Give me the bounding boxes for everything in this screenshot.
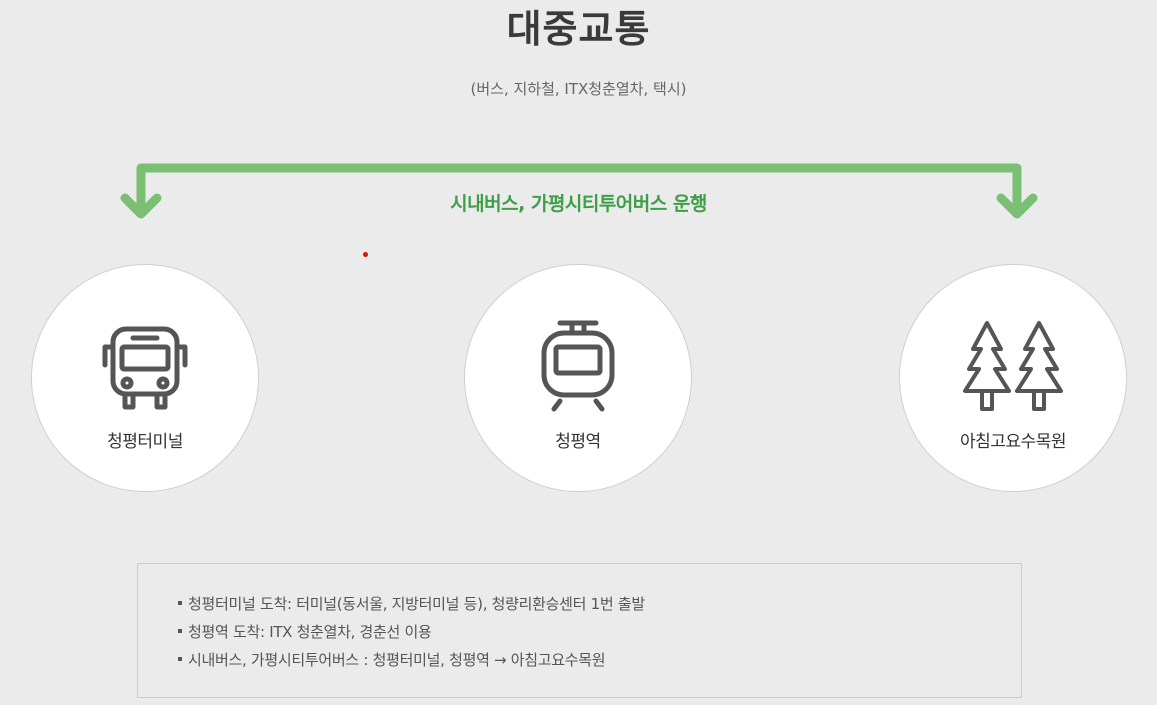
stop-label: 청평역 bbox=[555, 432, 601, 452]
bullet-icon bbox=[178, 600, 182, 605]
marker-dot bbox=[363, 252, 368, 257]
info-item: 청평터미널 도착: 터미널(동서울, 지방터미널 등), 청량리환승센터 1번 … bbox=[178, 590, 645, 618]
info-item: 시내버스, 가평시티투어버스 : 청평터미널, 청평역 → 아침고요수목원 bbox=[178, 646, 645, 674]
stop-cheongpyeong-station[interactable]: 청평역 bbox=[464, 264, 692, 492]
info-item: 청평역 도착: ITX 청춘열차, 경춘선 이용 bbox=[178, 618, 645, 646]
info-item-text: 청평터미널 도착: 터미널(동서울, 지방터미널 등), 청량리환승센터 1번 … bbox=[188, 595, 645, 613]
info-item-text: 시내버스, 가평시티투어버스 : 청평터미널, 청평역 → 아침고요수목원 bbox=[188, 651, 606, 669]
stop-cheongpyeong-terminal[interactable]: 청평터미널 bbox=[31, 264, 259, 492]
bus-icon bbox=[102, 326, 188, 410]
info-box: 청평터미널 도착: 터미널(동서울, 지방터미널 등), 청량리환승센터 1번 … bbox=[137, 563, 1022, 698]
stop-label: 청평터미널 bbox=[107, 432, 183, 452]
tram-icon bbox=[541, 320, 615, 412]
trees-icon bbox=[963, 321, 1063, 411]
info-list: 청평터미널 도착: 터미널(동서울, 지방터미널 등), 청량리환승센터 1번 … bbox=[178, 590, 645, 674]
route-label: 시내버스, 가평시티투어버스 운행 bbox=[450, 193, 707, 215]
info-item-text: 청평역 도착: ITX 청춘열차, 경춘선 이용 bbox=[188, 623, 432, 641]
stop-label: 아침고요수목원 bbox=[960, 432, 1066, 452]
bullet-icon bbox=[178, 656, 182, 661]
stop-garden-of-morning-calm[interactable]: 아침고요수목원 bbox=[899, 264, 1127, 492]
bullet-icon bbox=[178, 628, 182, 633]
